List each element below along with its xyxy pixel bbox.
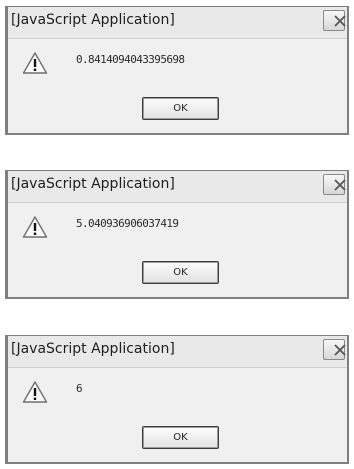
- alert-message: 6: [76, 382, 83, 395]
- close-icon: [334, 179, 346, 191]
- alert-message: 5.040936906037419: [76, 217, 179, 230]
- dialog-title: [JavaScript Application]: [11, 341, 175, 357]
- close-icon: [334, 15, 346, 27]
- warning-icon: [22, 215, 48, 239]
- close-button[interactable]: [323, 174, 346, 195]
- warning-icon: [22, 51, 48, 75]
- alert-dialog: [JavaScript Application] 0.8414094043395…: [5, 6, 349, 135]
- warning-icon: [22, 380, 48, 404]
- close-button[interactable]: [323, 339, 346, 360]
- dialog-title: [JavaScript Application]: [11, 176, 175, 192]
- dialog-titlebar[interactable]: [JavaScript Application]: [8, 171, 347, 203]
- dialog-titlebar[interactable]: [JavaScript Application]: [8, 336, 347, 368]
- dialog-titlebar[interactable]: [JavaScript Application]: [8, 7, 347, 39]
- close-icon: [334, 344, 346, 356]
- close-button[interactable]: [323, 10, 346, 31]
- alert-dialog: [JavaScript Application] 5.0409369060374…: [5, 170, 349, 299]
- alert-dialog: [JavaScript Application] 6 OK: [5, 335, 349, 464]
- ok-button[interactable]: OK: [142, 426, 219, 449]
- ok-button[interactable]: OK: [142, 97, 219, 120]
- dialog-title: [JavaScript Application]: [11, 12, 175, 28]
- alert-message: 0.8414094043395698: [76, 53, 185, 66]
- ok-button[interactable]: OK: [142, 261, 219, 284]
